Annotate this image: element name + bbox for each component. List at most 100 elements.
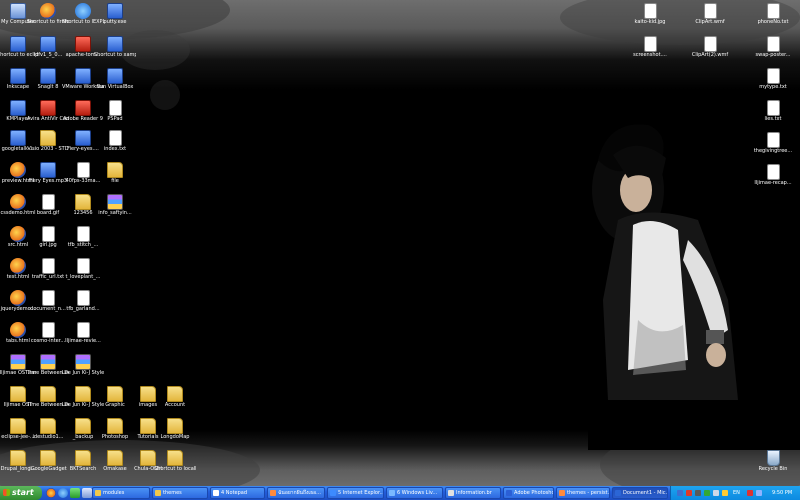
start-button[interactable]: start [0, 486, 42, 500]
desktop-icon-tfb-garland[interactable]: tfb_garland... [66, 290, 100, 312]
desktop-icon-traffic-url[interactable]: traffic_url.txt [32, 258, 64, 280]
taskbar-button[interactable]: themes - persist... [556, 487, 610, 499]
taskbar-button-label: Adobe Photoshop [514, 490, 554, 496]
application-icon [10, 100, 26, 116]
desktop-icon-pspad[interactable]: PSPad [100, 100, 130, 122]
messenger-icon[interactable] [704, 490, 710, 496]
desktop-icon-recycle-bin[interactable]: Recycle Bin [758, 450, 788, 472]
application-icon [107, 36, 123, 52]
firefox-icon [10, 258, 26, 274]
desktop-icon-virtualbox[interactable]: Sun VirtualBox [97, 68, 133, 90]
desktop-icon-phonelist[interactable]: phoneNo.txt [758, 3, 788, 25]
desktop-icon-label: phoneNo.txt [757, 19, 789, 25]
folder-icon [75, 194, 91, 210]
desktop-icon-label: putty.exe [103, 19, 127, 25]
show-desktop-icon[interactable] [82, 488, 92, 498]
desktop-icon-igoogle[interactable]: iGoogleGadget [29, 450, 67, 472]
firefox-icon [10, 194, 26, 210]
desktop-icon-label: Account [164, 402, 186, 408]
window-icon [615, 490, 621, 496]
desktop-icon-board-gif[interactable]: board.gif [33, 194, 63, 216]
desktop-icon-iljimae-recap[interactable]: Iljimae-recap... [754, 164, 792, 186]
start-label: start [12, 488, 34, 497]
desktop-icon-idestudio[interactable]: idestudio1... [33, 418, 63, 440]
display-icon[interactable] [756, 490, 762, 496]
desktop-icon-thegiving[interactable]: thegivingtree... [754, 132, 792, 154]
desktop-icon-screenshot[interactable]: screenshot.... [633, 36, 667, 58]
desktop-icon-putty[interactable]: putty.exe [100, 3, 130, 25]
desktop-icon-tfb-stitch[interactable]: tfb_stitch_... [68, 226, 98, 248]
document-icon [766, 3, 780, 19]
taskbar-button[interactable]: themes [152, 487, 208, 499]
desktop[interactable]: My Computer Shortcut to firefox Shortcut t… [0, 0, 800, 486]
desktop-icon-cosmo-inter[interactable]: cosmo-inter... [31, 322, 65, 344]
application-icon [107, 68, 123, 84]
antivirus-icon[interactable] [686, 490, 692, 496]
desktop-icon-avira[interactable]: Avira AntiVir Control Center [27, 100, 69, 122]
taskbar-button[interactable]: ฉันอยากฝันถึงเธอ... [267, 487, 325, 499]
system-tray: EN 9:50 PM [670, 486, 800, 500]
desktop-icon-swap-poster[interactable]: swap-poster... [756, 36, 790, 58]
desktop-icon-mytype[interactable]: mytype.txt [758, 68, 788, 90]
messenger-quicklaunch-icon[interactable] [70, 488, 80, 498]
desktop-icon-longdomap[interactable]: LongdoMap [160, 418, 190, 440]
firefox-quicklaunch-icon[interactable] [46, 488, 56, 498]
desktop-icon-index-txt[interactable]: index.txt [100, 130, 130, 152]
folder-icon [10, 450, 26, 466]
desktop-icon-xampp[interactable]: Shortcut to xampp-win32... [94, 36, 136, 58]
security-icon[interactable] [747, 490, 753, 496]
taskbar-button[interactable]: Document1 - Mic... [612, 487, 668, 499]
window-icon [559, 490, 565, 496]
application-icon [75, 36, 91, 52]
desktop-icon-iljimae-revie[interactable]: Iljimae-revie... [65, 322, 101, 344]
folder-icon [40, 130, 56, 146]
language-indicator[interactable]: EN [733, 486, 740, 500]
desktop-icon-graphic[interactable]: Graphic [100, 386, 130, 408]
document-icon [76, 258, 90, 274]
desktop-icon-time-between[interactable]: Time Between Dog and W... [27, 386, 69, 408]
desktop-icon-clipart2[interactable]: ClipArt(2).wmf [692, 36, 728, 58]
desktop-icon-localhost[interactable]: Shortcut to localhost [154, 450, 196, 472]
desktop-icon-idfv[interactable]: idfv1_5_0... [33, 36, 63, 58]
update-icon[interactable] [722, 490, 728, 496]
network-icon[interactable] [677, 490, 683, 496]
media-icon[interactable] [695, 490, 701, 496]
desktop-icon-photoshop[interactable]: Photoshop [100, 418, 130, 440]
desktop-icon-t-loveplant[interactable]: t_loveplant_... [66, 258, 100, 280]
desktop-icon-clipart-wmf[interactable]: ClipArt.wmf [695, 3, 725, 25]
taskbar-button[interactable]: Information.br [445, 487, 501, 499]
document-icon [76, 322, 90, 338]
desktop-icon-lies[interactable]: lies.txt [758, 100, 788, 122]
desktop-icon-visio[interactable]: Visio 2003 - STD [27, 130, 69, 152]
application-icon [40, 100, 56, 116]
desktop-icon-info-saftyin[interactable]: info_saftyin... [98, 194, 132, 216]
taskbar-button[interactable]: 5 Internet Explor... [327, 487, 384, 499]
ie-quicklaunch-icon[interactable] [58, 488, 68, 498]
document-icon [766, 68, 780, 84]
window-icon [95, 490, 101, 496]
taskbar-button[interactable]: modules [92, 487, 150, 499]
desktop-icon-fiery-eyes-mp3[interactable]: Fiery Eyes.mp3 [29, 162, 67, 184]
taskbar-button[interactable]: Adobe Photoshop [503, 487, 554, 499]
taskbar-button[interactable]: 6 Windows Liv... [386, 487, 443, 499]
document-icon [41, 226, 55, 242]
desktop-icon-label: ClipArt.wmf [695, 19, 725, 25]
desktop-icon-omakase[interactable]: Omakase [100, 450, 130, 472]
volume-icon[interactable] [713, 490, 719, 496]
application-icon [10, 36, 26, 52]
desktop-icon-firefox[interactable]: Shortcut to firefox [27, 3, 69, 25]
taskbar-button[interactable]: 4 Notepad [210, 487, 265, 499]
folder-icon [40, 418, 56, 434]
desktop-icon-time-between-rar[interactable]: Time Between Dog and W... [27, 354, 69, 376]
internet-explorer-icon [75, 3, 91, 19]
taskbar-button-label: themes - persist... [567, 490, 610, 496]
desktop-icon-girl-jpg[interactable]: girl.jpg [33, 226, 63, 248]
taskbar-button-label: 6 Windows Liv... [397, 490, 438, 496]
desktop-icon-label: Recycle Bin [758, 466, 788, 472]
desktop-icon-document-n[interactable]: document_n... [30, 290, 66, 312]
desktop-icon-account[interactable]: Account [160, 386, 190, 408]
desktop-icon-file-folder[interactable]: file [100, 162, 130, 184]
desktop-icon-lee-jun-ki-rar[interactable]: Lee Jun Ki-J Style.rar [62, 354, 104, 376]
desktop-icon-kaito-kid[interactable]: kaito-kid.jpg [635, 3, 665, 25]
desktop-icon-snagit[interactable]: SnagIt 8 [33, 68, 63, 90]
